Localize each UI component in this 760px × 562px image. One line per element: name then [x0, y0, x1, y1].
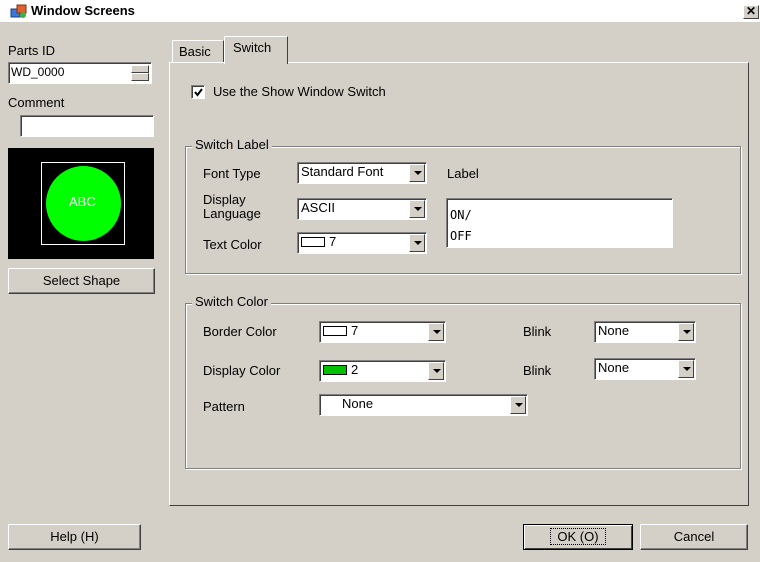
checkmark-icon	[194, 88, 203, 97]
switch-color-group-title: Switch Color	[192, 294, 271, 309]
chevron-down-icon[interactable]	[409, 200, 425, 218]
parts-id-value: WD_0000	[11, 65, 65, 79]
display-color-select[interactable]: 2	[319, 360, 446, 382]
chevron-down-icon[interactable]	[409, 164, 425, 182]
comment-input[interactable]	[20, 115, 154, 137]
font-type-select[interactable]: Standard Font	[297, 162, 427, 184]
border-blink-select[interactable]: None	[594, 321, 696, 343]
pattern-label: Pattern	[203, 399, 245, 414]
stepper-up-icon[interactable]	[131, 65, 149, 73]
font-type-label: Font Type	[203, 166, 261, 181]
chevron-down-icon[interactable]	[409, 234, 425, 252]
border-color-label: Border Color	[203, 324, 277, 339]
color-swatch	[323, 365, 347, 375]
close-icon[interactable]: ✕	[743, 5, 759, 19]
pattern-select[interactable]: None	[319, 394, 528, 416]
window-title: Window Screens	[31, 3, 135, 18]
chevron-down-icon[interactable]	[678, 360, 694, 378]
tab-basic[interactable]: Basic	[172, 40, 224, 62]
chevron-down-icon[interactable]	[428, 362, 444, 380]
display-blink-select[interactable]: None	[594, 358, 696, 380]
stepper-down-icon[interactable]	[131, 73, 149, 81]
app-icon	[10, 4, 27, 18]
dialog-window: Window Screens ✕ Parts ID WD_0000 Commen…	[0, 0, 760, 562]
chevron-down-icon[interactable]	[510, 396, 526, 414]
use-switch-label: Use the Show Window Switch	[213, 84, 386, 99]
display-language-label: Display Language	[203, 192, 261, 221]
comment-label: Comment	[8, 95, 65, 110]
select-shape-button[interactable]: Select Shape	[8, 268, 155, 294]
cancel-button[interactable]: Cancel	[640, 524, 748, 550]
shape-preview: ABC	[8, 148, 154, 259]
parts-id-stepper[interactable]	[131, 65, 149, 81]
help-button[interactable]: Help (H)	[8, 524, 141, 550]
title-bar: Window Screens ✕	[0, 0, 760, 22]
text-color-select[interactable]: 7	[297, 232, 427, 254]
use-switch-checkbox[interactable]	[191, 85, 205, 99]
text-color-label: Text Color	[203, 237, 262, 252]
label-label: Label	[447, 166, 479, 181]
preview-text: ABC	[69, 194, 96, 209]
chevron-down-icon[interactable]	[428, 323, 444, 341]
parts-id-field[interactable]: WD_0000	[8, 62, 152, 84]
border-color-select[interactable]: 7	[319, 321, 446, 343]
color-swatch	[301, 237, 325, 247]
switch-label-group-title: Switch Label	[192, 137, 272, 152]
blink-label: Blink	[523, 363, 552, 378]
chevron-down-icon[interactable]	[678, 323, 694, 341]
tab-switch[interactable]: Switch	[224, 36, 288, 64]
blink-label: Blink	[523, 324, 552, 339]
ok-button[interactable]: OK (O)	[523, 524, 633, 550]
label-textarea[interactable]: ON/ OFF	[446, 198, 673, 248]
color-swatch	[323, 326, 347, 336]
display-color-label: Display Color	[203, 363, 281, 378]
display-language-select[interactable]: ASCII	[297, 198, 427, 220]
parts-id-label: Parts ID	[8, 43, 55, 58]
